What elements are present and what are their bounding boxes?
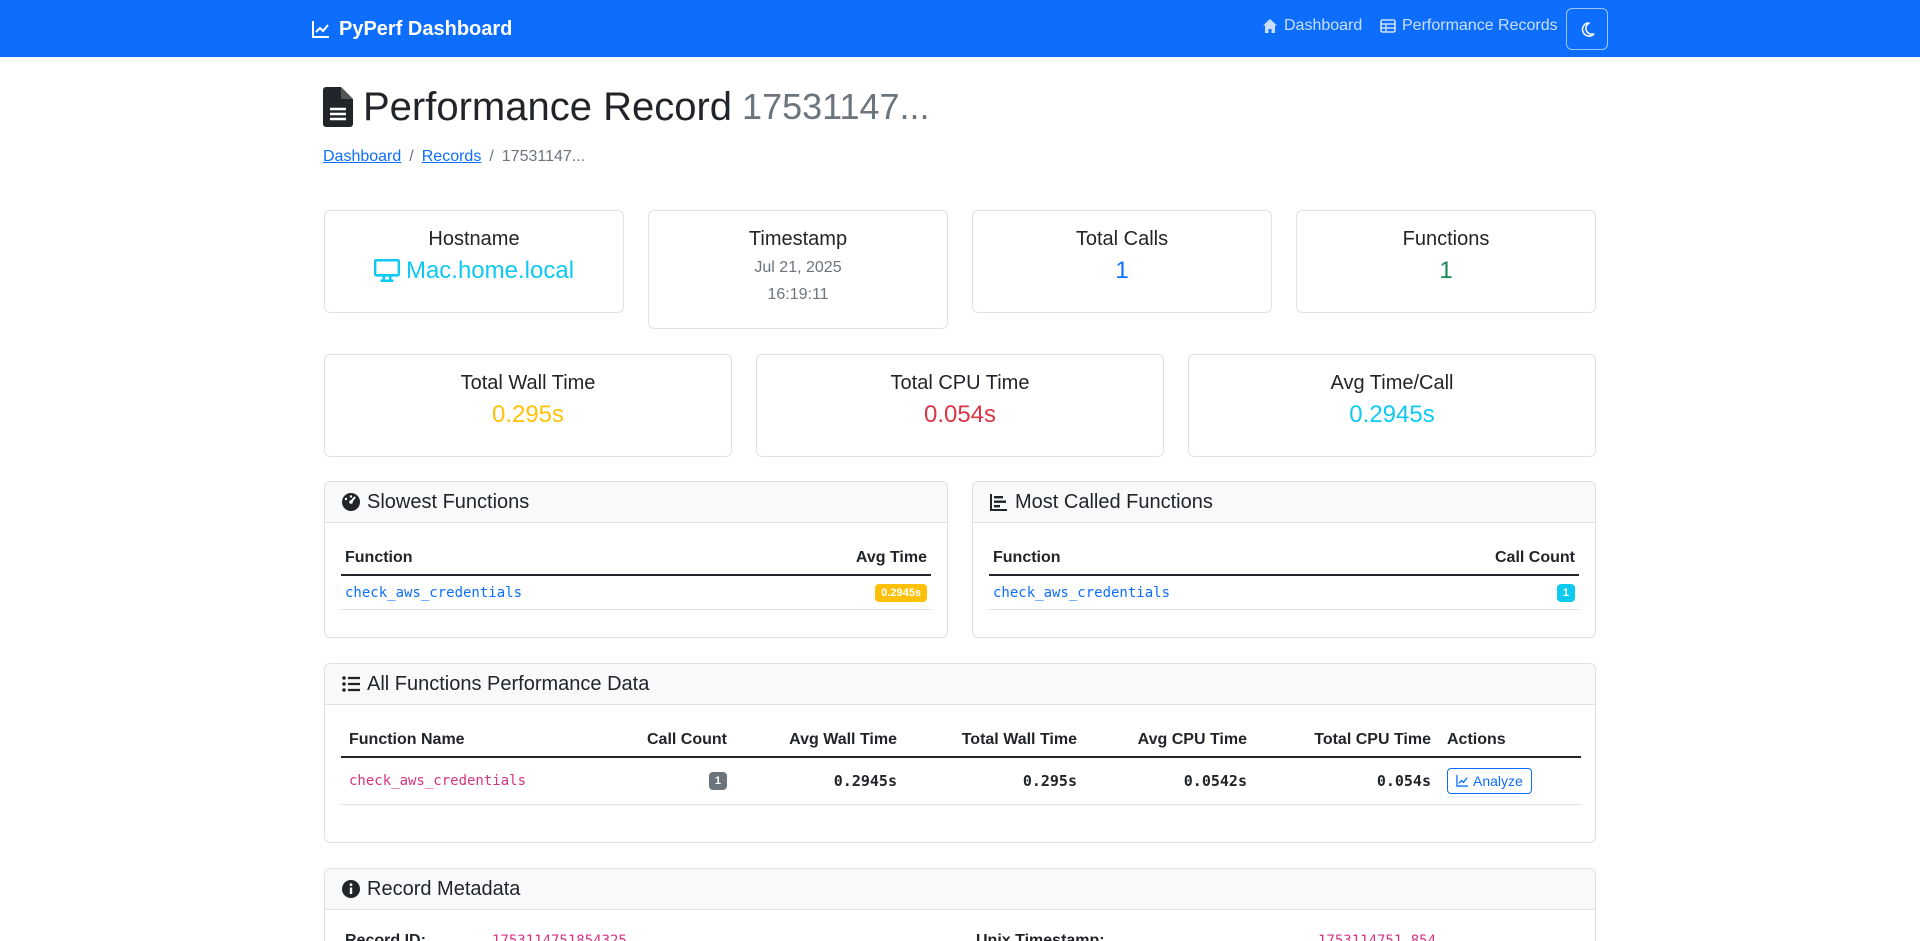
call-count-badge: 1 <box>1556 583 1575 602</box>
all-functions-title: All Functions Performance Data <box>367 672 650 695</box>
function-name[interactable]: check_aws_credentials <box>345 585 522 601</box>
record-id-label: Record ID: <box>345 932 426 941</box>
column-header: Function <box>341 541 755 576</box>
nav-link-dashboard[interactable]: Dashboard <box>1262 17 1362 35</box>
analyze-button[interactable]: Analyze <box>1447 767 1532 794</box>
total-wall-time-label: Total Wall Time <box>460 372 596 394</box>
total-calls-value: 1 <box>1115 257 1129 284</box>
column-header[interactable]: Avg Wall Time <box>731 723 901 758</box>
breadcrumb-records-link[interactable]: Records <box>422 148 482 166</box>
record-id-value: 1753114751854325 <box>492 933 627 941</box>
timestamp-date: Jul 21, 2025 <box>754 259 842 276</box>
total-cpu-time-cell: 0.054s <box>1251 757 1435 805</box>
column-header[interactable]: Function Name <box>341 723 621 758</box>
moon-icon <box>1581 21 1595 37</box>
nav-link-records-label: Performance Records <box>1402 17 1558 34</box>
gauge-icon <box>342 493 360 511</box>
functions-label: Functions <box>1402 228 1490 250</box>
column-header: Function <box>989 541 1389 576</box>
analyze-button-label: Analyze <box>1473 772 1523 789</box>
column-header[interactable]: Avg CPU Time <box>1081 723 1251 758</box>
hostname-card: Hostname Mac.home.local <box>324 210 624 313</box>
avg-time-card: Avg Time/Call 0.2945s <box>1188 354 1596 457</box>
total-cpu-time-card: Total CPU Time 0.054s <box>756 354 1164 457</box>
record-metadata-title: Record Metadata <box>367 877 521 900</box>
breadcrumb: Dashboard / Records / 17531147... <box>323 148 585 166</box>
total-calls-card: Total Calls 1 <box>972 210 1272 313</box>
hostname-value: Mac.home.local <box>405 257 575 284</box>
column-header: Actions <box>1435 723 1581 758</box>
total-cpu-time-value: 0.054s <box>923 401 997 428</box>
desktop-icon <box>373 259 400 283</box>
unix-timestamp-label: Unix Timestamp: <box>976 932 1105 941</box>
hostname-value-wrap: Mac.home.local <box>325 257 623 285</box>
slowest-functions-card: Slowest Functions Function Avg Time chec… <box>324 481 948 638</box>
avg-time-label: Avg Time/Call <box>1330 372 1454 394</box>
table-row: check_aws_credentials 1 0.2945s 0.295s 0… <box>341 757 1581 805</box>
avg-time-value: 0.2945s <box>1349 401 1435 428</box>
unix-timestamp-value: 1753114751.854 <box>1318 933 1437 941</box>
total-wall-time-card: Total Wall Time 0.295s <box>324 354 732 457</box>
info-icon <box>342 880 360 898</box>
breadcrumb-separator: / <box>409 148 414 165</box>
most-called-functions-title: Most Called Functions <box>1015 490 1213 513</box>
timestamp-card: Timestamp Jul 21, 2025 16:19:11 <box>648 210 948 329</box>
column-header[interactable]: Total Wall Time <box>901 723 1081 758</box>
function-name[interactable]: check_aws_credentials <box>349 773 526 789</box>
functions-card: Functions 1 <box>1296 210 1596 313</box>
total-cpu-time-label: Total CPU Time <box>890 372 1030 394</box>
record-metadata-header: Record Metadata <box>325 869 1595 910</box>
avg-wall-time-cell: 0.2945s <box>731 757 901 805</box>
timestamp-label: Timestamp <box>748 228 848 250</box>
navbar: PyPerf Dashboard Dashboard Performance R… <box>0 0 1920 57</box>
nav-link-dashboard-label: Dashboard <box>1284 17 1363 34</box>
breadcrumb-dashboard-link[interactable]: Dashboard <box>323 148 401 166</box>
all-functions-card: All Functions Performance Data Function … <box>324 663 1596 843</box>
most-called-functions-table: Function Call Count check_aws_credential… <box>989 541 1579 610</box>
nav-link-records[interactable]: Performance Records <box>1380 17 1558 35</box>
timestamp-time: 16:19:11 <box>767 286 829 303</box>
total-wall-time-value: 0.295s <box>491 401 565 428</box>
record-metadata-card: Record Metadata <box>324 868 1596 941</box>
breadcrumb-current: 17531147... <box>501 148 586 165</box>
avg-cpu-time-cell: 0.0542s <box>1081 757 1251 805</box>
all-functions-table: Function Name Call Count Avg Wall Time T… <box>341 723 1581 805</box>
slowest-functions-header: Slowest Functions <box>325 482 947 523</box>
table-icon <box>1380 19 1396 33</box>
list-icon <box>342 676 360 692</box>
table-row: check_aws_credentials 0.2945s <box>341 575 931 610</box>
function-name[interactable]: check_aws_credentials <box>993 585 1170 601</box>
total-calls-label: Total Calls <box>1075 228 1169 250</box>
slowest-functions-table: Function Avg Time check_aws_credentials … <box>341 541 931 610</box>
line-chart-icon <box>1456 775 1469 787</box>
bar-chart-icon <box>990 494 1007 511</box>
theme-toggle-button[interactable] <box>1566 8 1608 50</box>
document-icon <box>323 87 353 127</box>
hostname-label: Hostname <box>428 228 520 250</box>
call-count-badge: 1 <box>708 772 727 791</box>
total-wall-time-cell: 0.295s <box>901 757 1081 805</box>
column-header[interactable]: Total CPU Time <box>1251 723 1435 758</box>
page-title-record-id: 17531147... <box>742 86 930 127</box>
column-header: Call Count <box>1388 541 1579 576</box>
page-title-text: Performance Record <box>363 84 733 129</box>
most-called-functions-header: Most Called Functions <box>973 482 1595 523</box>
functions-value: 1 <box>1439 257 1453 284</box>
home-icon <box>1263 19 1277 33</box>
column-header: Avg Time <box>754 541 931 576</box>
nav-links: Dashboard Performance Records <box>0 0 1920 57</box>
page-title: Performance Record 17531147... <box>323 80 930 134</box>
all-functions-header: All Functions Performance Data <box>325 664 1595 705</box>
column-header[interactable]: Call Count <box>621 723 731 758</box>
table-row: check_aws_credentials 1 <box>989 575 1579 610</box>
breadcrumb-separator: / <box>489 148 494 165</box>
most-called-functions-card: Most Called Functions Function Call Coun… <box>972 481 1596 638</box>
slowest-functions-title: Slowest Functions <box>367 490 530 513</box>
avg-time-badge: 0.2945s <box>875 583 927 602</box>
